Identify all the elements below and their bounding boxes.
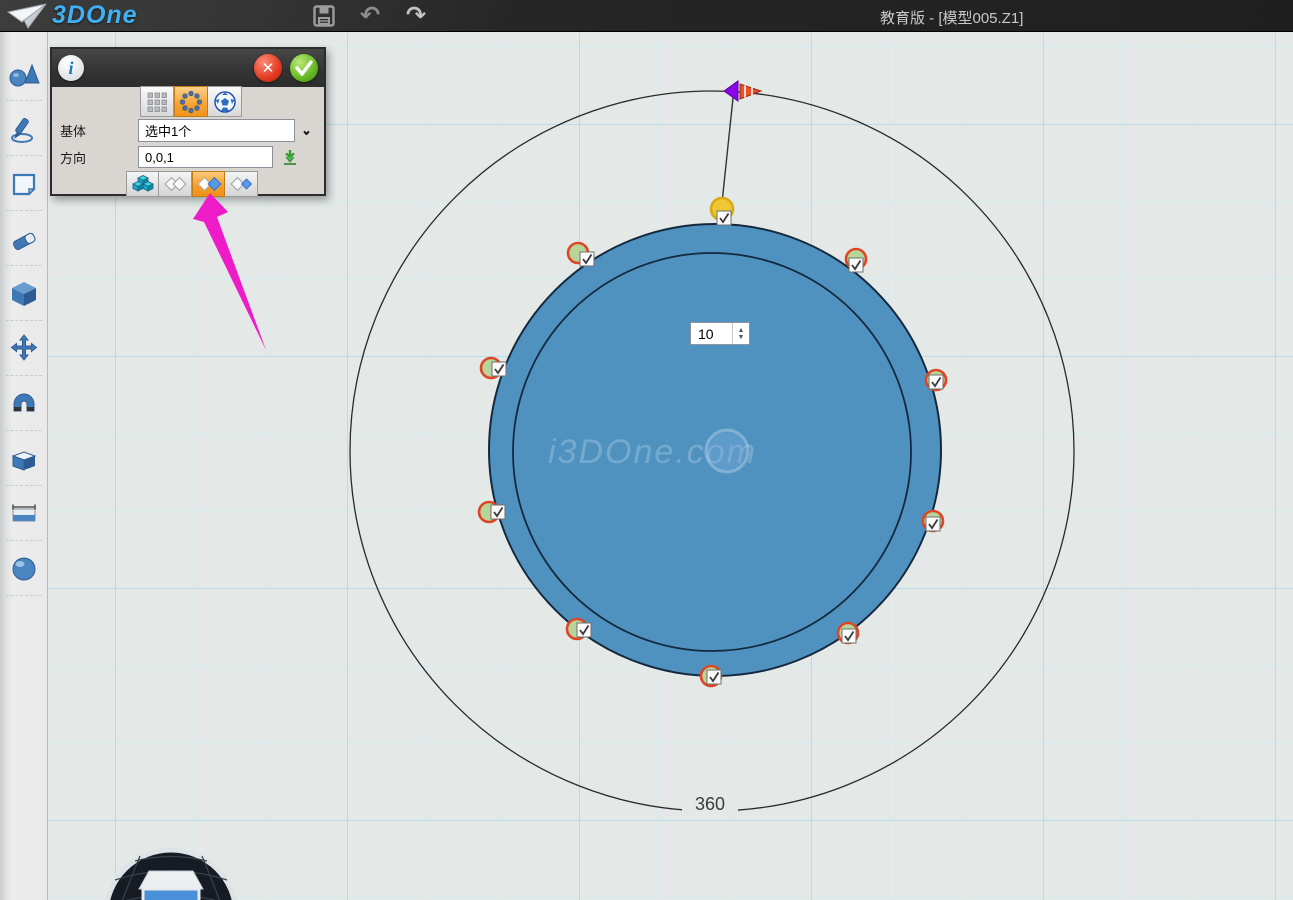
pattern-solid-icon <box>130 173 156 195</box>
chevron-double-down-icon[interactable]: ⌄⌄ <box>301 128 312 133</box>
angle-value-label: 360 <box>695 794 725 814</box>
circular-pattern-icon <box>179 90 203 114</box>
base-field-label: 基体 <box>52 121 138 140</box>
pattern-instance-toggle[interactable] <box>926 370 946 390</box>
paper-plane-icon <box>6 2 48 30</box>
instance-checkbox <box>717 211 731 225</box>
instance-checkbox <box>577 623 591 637</box>
move-icon <box>9 334 39 364</box>
mode-spacing-fill[interactable] <box>225 171 258 197</box>
sidebar-item-primitives[interactable] <box>0 46 48 101</box>
info-button[interactable]: i <box>58 55 84 81</box>
instance-checkbox <box>929 375 943 389</box>
instance-checkbox <box>492 362 506 376</box>
spacing-fill-icon <box>228 173 254 195</box>
instance-checkbox <box>842 629 856 643</box>
spinner-down-icon[interactable]: ▼ <box>738 334 745 341</box>
sidebar-item-special-features[interactable] <box>0 431 48 486</box>
instance-count-spinner[interactable]: ▲ ▼ <box>690 322 750 345</box>
view-cube-top-face <box>139 871 203 889</box>
direction-field-row: 方向 <box>52 146 328 168</box>
pattern-instance-toggle[interactable] <box>481 358 506 378</box>
pick-direction-icon[interactable] <box>281 148 299 166</box>
instance-checkbox <box>926 517 940 531</box>
pattern-type-tabs <box>140 86 242 117</box>
pattern-instance-toggle[interactable] <box>568 243 594 266</box>
mode-spacing-even[interactable] <box>159 171 192 197</box>
primitives-icon <box>8 59 40 89</box>
cancel-button[interactable]: ✕ <box>254 54 282 82</box>
instance-checkbox <box>491 505 505 519</box>
pattern-instance-toggle[interactable] <box>701 666 721 686</box>
redo-button[interactable]: ↷ <box>402 3 430 29</box>
spacing-even-icon <box>162 173 188 195</box>
application-window: 360 i3DOne.com <box>0 0 1293 900</box>
circular-pattern-dialog: i ✕ <box>50 47 326 196</box>
handle-leader-line <box>722 98 733 203</box>
save-icon <box>313 5 335 27</box>
spinner-up-icon[interactable]: ▲ <box>738 327 745 334</box>
view-cube-navigator[interactable] <box>106 850 236 900</box>
eraser-icon <box>9 224 39 254</box>
sidebar-item-snap[interactable] <box>0 376 48 431</box>
sidebar-item-section[interactable] <box>0 486 48 541</box>
sidebar-item-move[interactable] <box>0 321 48 376</box>
sidebar-item-solid[interactable] <box>0 266 48 321</box>
close-icon: ✕ <box>262 59 275 77</box>
base-field-row: 基体 ⌄⌄ <box>52 119 328 142</box>
direction-field-input[interactable] <box>138 146 273 168</box>
mode-pattern-geometry[interactable] <box>126 171 159 197</box>
app-logo: 3DOne <box>0 1 210 30</box>
tab-linear-pattern[interactable] <box>140 86 174 117</box>
solid-cube-icon <box>9 279 39 309</box>
base-field-input[interactable] <box>138 119 295 142</box>
special-features-icon <box>9 444 39 474</box>
spacing-direction-icon <box>196 173 222 195</box>
dialog-header: i ✕ <box>52 49 324 87</box>
rotation-drag-handle[interactable] <box>724 81 761 101</box>
sidebar-item-sketch[interactable] <box>0 101 48 156</box>
sidebar-item-eraser[interactable] <box>0 211 48 266</box>
undo-button[interactable]: ↶ <box>356 3 384 29</box>
pattern-mode-buttons <box>126 171 258 197</box>
magnet-snap-icon <box>9 389 39 419</box>
title-bar: 3DOne ↶ ↷ 教育版 - [模型005.Z1] <box>0 0 1293 32</box>
undo-icon: ↶ <box>360 4 380 28</box>
window-title: 教育版 - [模型005.Z1] <box>880 7 1023 28</box>
pattern-instance-selected[interactable] <box>711 198 733 225</box>
tool-sidebar <box>0 32 48 900</box>
save-button[interactable] <box>310 3 338 29</box>
tab-pattern-on-shape[interactable] <box>208 86 242 117</box>
sidebar-item-sketch-plane[interactable] <box>0 156 48 211</box>
redo-icon: ↷ <box>406 4 426 28</box>
pattern-instance-toggle[interactable] <box>923 511 943 531</box>
sketch-pen-icon <box>9 114 39 144</box>
direction-field-label: 方向 <box>52 148 138 167</box>
linear-pattern-icon <box>145 90 169 114</box>
pattern-on-shape-icon <box>213 90 237 114</box>
view-cube-front-face <box>143 889 199 900</box>
sidebar-item-render[interactable] <box>0 541 48 596</box>
spinner-arrows[interactable]: ▲ ▼ <box>732 323 749 344</box>
instance-checkbox <box>580 252 594 266</box>
app-logo-text: 3DOne <box>52 1 138 30</box>
instance-checkbox <box>849 258 863 272</box>
pattern-instance-toggle[interactable] <box>479 502 505 522</box>
mode-spacing-direction[interactable] <box>192 171 225 197</box>
instance-checkbox <box>707 670 721 684</box>
render-sphere-icon <box>9 554 39 584</box>
pattern-instance-toggle[interactable] <box>838 623 858 643</box>
confirm-button[interactable] <box>290 54 318 82</box>
watermark: i3DOne.com <box>548 430 757 472</box>
sketch-plane-icon <box>9 169 39 199</box>
pattern-instance-toggle[interactable] <box>846 249 866 272</box>
check-icon <box>295 60 313 76</box>
watermark-logo-icon <box>706 430 748 472</box>
tab-circular-pattern[interactable] <box>174 86 208 117</box>
instance-count-input[interactable] <box>691 323 732 344</box>
section-measure-icon <box>9 499 39 529</box>
